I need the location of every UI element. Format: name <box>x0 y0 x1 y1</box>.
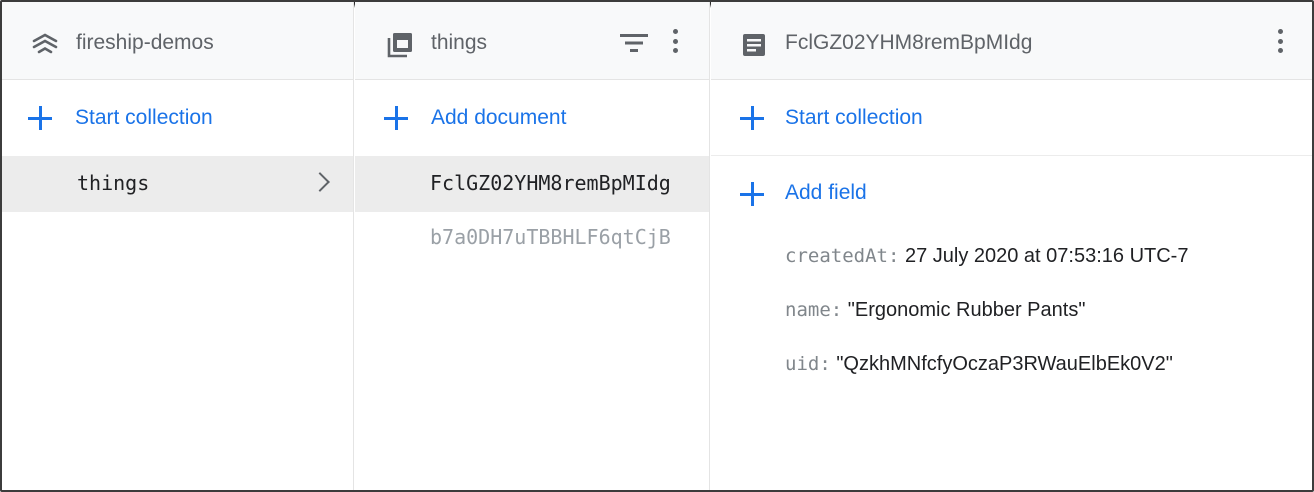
firestore-stack-icon <box>30 30 60 60</box>
start-subcollection-button[interactable]: Start collection <box>711 80 1312 156</box>
collection-icon <box>385 30 415 60</box>
document-icon <box>739 30 769 60</box>
document-panel: FclGZ02YHM8remBpMIdg Start collection Ad… <box>711 2 1312 490</box>
add-field-label: Add field <box>785 181 867 204</box>
start-collection-button[interactable]: Start collection <box>2 80 353 156</box>
field-value: 27 July 2020 at 07:53:16 UTC-7 <box>904 245 1189 267</box>
chevron-right-icon <box>310 172 330 192</box>
document-more-icon[interactable] <box>1274 26 1286 56</box>
root-panel-header: fireship-demos <box>2 2 353 80</box>
document-item-label: b7a0DH7uTBBHLF6qtCjB <box>430 225 671 249</box>
document-panel-header: FclGZ02YHM8remBpMIdg <box>711 2 1312 80</box>
add-document-button[interactable]: Add document <box>355 80 709 156</box>
field-row[interactable]: uid: "QzkhMNfcfyOczaP3RWauElbEk0V2" <box>785 353 1173 376</box>
add-field-button[interactable]: Add field <box>711 156 1312 220</box>
collection-title: things <box>431 31 488 54</box>
field-value: "Ergonomic Rubber Pants" <box>847 299 1086 321</box>
document-title: FclGZ02YHM8remBpMIdg <box>785 31 1033 54</box>
plus-icon <box>384 106 408 130</box>
collection-item-label: things <box>77 171 150 195</box>
plus-icon <box>740 182 764 206</box>
start-collection-label: Start collection <box>75 106 213 129</box>
document-item-label: FclGZ02YHM8remBpMIdg <box>430 171 671 195</box>
document-item[interactable]: b7a0DH7uTBBHLF6qtCjB <box>355 212 709 268</box>
plus-icon <box>28 106 52 130</box>
collection-panel-header: things <box>355 2 709 80</box>
field-value: "QzkhMNfcfyOczaP3RWauElbEk0V2" <box>836 353 1173 375</box>
filter-icon[interactable] <box>619 32 649 54</box>
project-title: fireship-demos <box>76 31 214 54</box>
start-subcollection-label: Start collection <box>785 106 923 129</box>
field-key: createdAt: <box>785 245 900 267</box>
field-key: name: <box>785 299 843 321</box>
document-item[interactable]: FclGZ02YHM8remBpMIdg <box>355 156 709 212</box>
plus-icon <box>740 106 764 130</box>
field-key: uid: <box>785 353 831 375</box>
field-row[interactable]: name: "Ergonomic Rubber Pants" <box>785 299 1085 322</box>
collection-panel: things Add document FclGZ02YHM8remBpMIdg… <box>355 2 710 490</box>
collection-item-things[interactable]: things <box>2 156 353 212</box>
field-row[interactable]: createdAt: 27 July 2020 at 07:53:16 UTC-… <box>785 245 1188 268</box>
add-document-label: Add document <box>431 106 567 129</box>
collection-more-icon[interactable] <box>669 26 681 56</box>
firestore-data-viewer: fireship-demos Start collection things t… <box>0 0 1314 492</box>
root-panel: fireship-demos Start collection things <box>2 2 354 490</box>
